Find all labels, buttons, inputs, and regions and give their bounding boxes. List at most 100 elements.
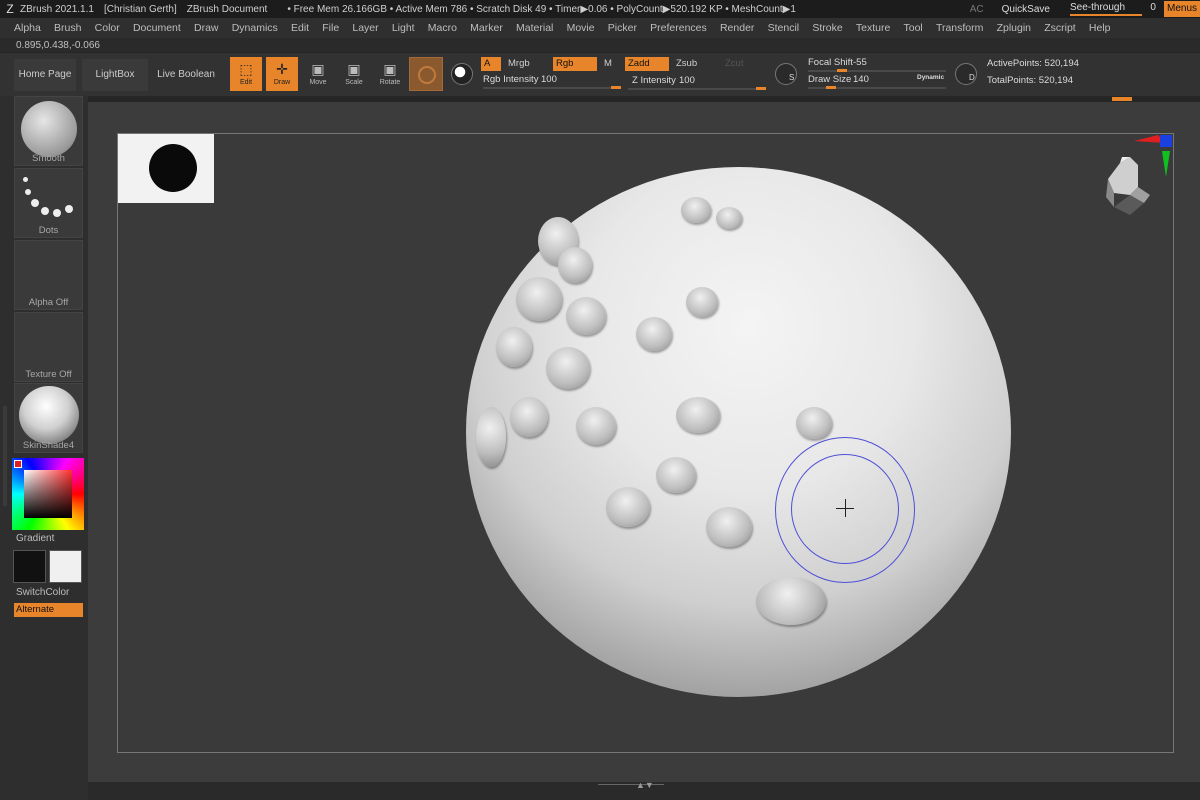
live-boolean-button[interactable]: Live Boolean [154,59,218,91]
draw-size-label: Draw Size [808,74,852,85]
material-button[interactable] [409,57,443,91]
material-thumbnail [19,386,79,444]
stroke-selector[interactable]: Dots [14,168,83,238]
rgb-toggle[interactable]: Rgb [553,57,597,71]
focal-shift-label: Focal Shift [808,57,853,68]
s-label: S [789,73,795,82]
stroke-dot [31,199,39,207]
menu-edit[interactable]: Edit [291,22,309,34]
navigation-gizmo[interactable] [1100,135,1174,235]
menu-render[interactable]: Render [720,22,754,34]
rgb-intensity-label: Rgb Intensity [483,74,539,85]
rotate-button[interactable]: ▣ Rotate [374,57,406,91]
quicksave-button[interactable]: QuickSave [1002,4,1050,15]
rgb-intensity-knob[interactable] [611,86,621,89]
draw-button[interactable]: ✛ Draw [266,57,298,91]
tray-toggle-icon[interactable]: ▲▼ [636,780,654,790]
texture-selector[interactable]: Texture Off [14,312,83,382]
menu-macro[interactable]: Macro [428,22,457,34]
a-toggle[interactable]: A [481,57,501,71]
sculpt-bump [516,277,562,321]
see-through-slider[interactable]: See-through 0 [1069,2,1156,16]
menu-marker[interactable]: Marker [470,22,503,34]
menu-layer[interactable]: Layer [352,22,378,34]
brush-label: Smooth [32,153,65,164]
menu-stroke[interactable]: Stroke [812,22,842,34]
draw-size-knob[interactable] [826,86,836,89]
sculpt-bump [636,317,672,351]
zcut-toggle[interactable]: Zcut [722,57,754,71]
z-intensity-label: Z Intensity [632,75,676,86]
alternate-button[interactable]: Alternate [14,603,83,617]
menu-material[interactable]: Material [516,22,553,34]
menu-zplugin[interactable]: Zplugin [997,22,1031,34]
alpha-selector[interactable]: Alpha Off [14,240,83,310]
focal-shift-knob[interactable] [837,69,847,72]
menu-transform[interactable]: Transform [936,22,983,34]
side-grip-handle[interactable] [3,406,7,506]
zadd-toggle[interactable]: Zadd [625,57,669,71]
brush-selector[interactable]: Smooth [14,96,83,166]
zbrush-logo-icon: Z [6,2,14,16]
m-toggle[interactable]: M [601,57,619,71]
menu-tool[interactable]: Tool [903,22,922,34]
bottom-tray-handle[interactable] [598,784,664,790]
sculpt-bump [681,197,711,223]
menu-picker[interactable]: Picker [608,22,637,34]
material-selector[interactable]: SkinShade4 [14,383,83,453]
dynamic-toggle[interactable]: Dynamic [917,74,944,81]
z-intensity-knob[interactable] [756,87,766,90]
menu-stencil[interactable]: Stencil [768,22,800,34]
zsub-toggle[interactable]: Zsub [673,57,713,71]
memory-stats: • Free Mem 26.166GB • Active Mem 786 • S… [287,3,796,15]
y-axis-arrow-icon[interactable] [1162,151,1170,177]
texture-label: Texture Off [25,369,72,380]
switch-color-button[interactable]: SwitchColor [16,587,69,598]
menu-dynamics[interactable]: Dynamics [232,22,278,34]
lightbox-button[interactable]: LightBox [82,59,148,91]
edit-label: Edit [239,79,253,86]
z-axis-cube-icon[interactable] [1160,135,1172,147]
scale-label: Scale [345,79,363,86]
secondary-color-swatch[interactable] [49,550,82,583]
menu-brush[interactable]: Brush [54,22,81,34]
total-points: TotalPoints: 520,194 [987,75,1074,86]
menu-color[interactable]: Color [95,22,120,34]
move-button[interactable]: ▣ Move [302,57,334,91]
menu-draw[interactable]: Draw [194,22,219,34]
menu-help[interactable]: Help [1089,22,1111,34]
s-button[interactable]: S [775,63,797,85]
sculpt-bump [716,207,742,229]
menu-document[interactable]: Document [133,22,181,34]
scale-button[interactable]: ▣ Scale [338,57,370,91]
head-orientation-icon[interactable] [1106,157,1150,215]
ruler-marker[interactable] [1112,97,1132,101]
menu-preferences[interactable]: Preferences [650,22,707,34]
menus-button[interactable]: Menus [1163,1,1200,17]
alpha-brush-shape [149,144,197,192]
home-page-button[interactable]: Home Page [14,59,76,91]
menu-texture[interactable]: Texture [856,22,890,34]
stroke-dot [41,207,49,215]
color-picker[interactable] [12,458,84,530]
document-name: ZBrush Document [186,3,268,15]
menu-file[interactable]: File [322,22,339,34]
see-through-value: 0 [1150,2,1156,13]
edit-button[interactable]: ⬚ Edit [230,57,262,91]
menu-alpha[interactable]: Alpha [14,22,41,34]
menu-light[interactable]: Light [392,22,415,34]
sculpt-bump [606,487,650,527]
ac-button[interactable]: AC [970,4,984,15]
color-saturation-square[interactable] [24,470,72,518]
rgb-intensity-value: 100 [541,74,557,85]
stroke-mode-button[interactable] [451,63,473,85]
gradient-label[interactable]: Gradient [16,533,54,544]
d-button[interactable]: D [955,63,977,85]
mrgb-toggle[interactable]: Mrgb [505,57,545,71]
primary-color-swatch[interactable] [13,550,46,583]
sculpt-bump [796,407,832,439]
material-label: SkinShade4 [22,440,75,451]
menu-zscript[interactable]: Zscript [1044,22,1076,34]
menu-movie[interactable]: Movie [567,22,595,34]
sculpted-sphere[interactable] [466,167,1011,697]
